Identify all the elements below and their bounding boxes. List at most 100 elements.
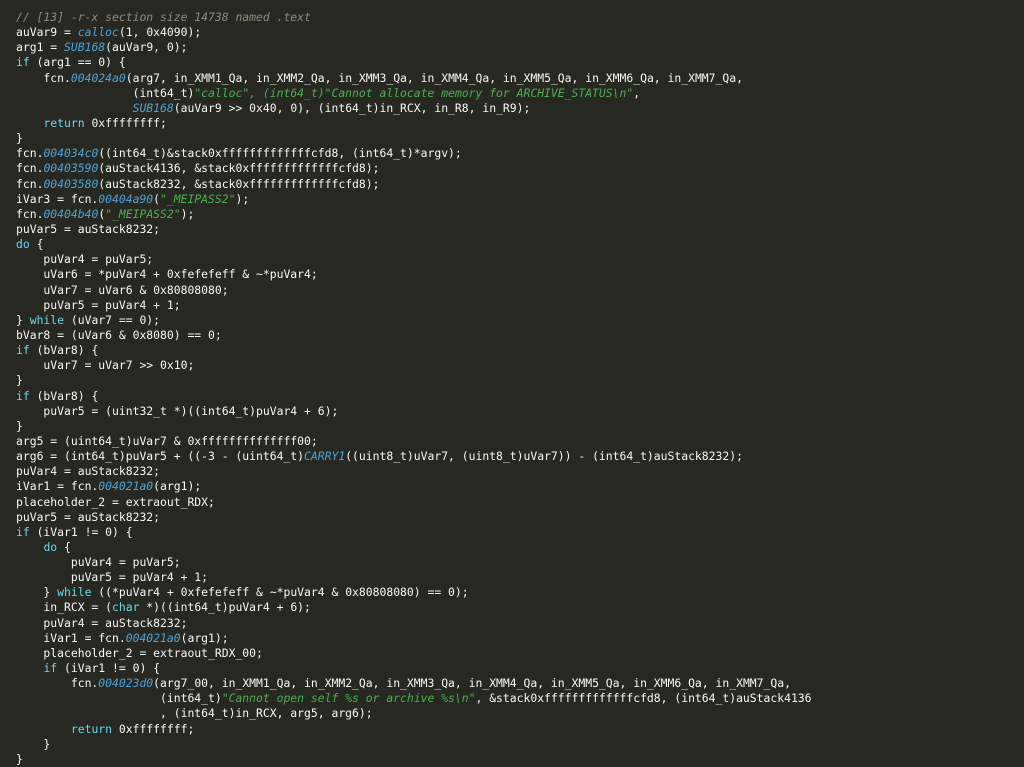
code-line: } xyxy=(16,419,1016,434)
code-text-token: } xyxy=(16,418,23,433)
code-text-token: fcn. xyxy=(16,206,44,221)
keyword-token: return xyxy=(43,115,85,130)
code-text-token: uVar6 = *puVar4 + 0xfefefeff & ~*puVar4; xyxy=(16,267,318,282)
string-literal-token: "Cannot open self %s or archive %s\n" xyxy=(221,691,476,706)
code-text-token: (int64_t) xyxy=(16,85,195,100)
code-line: return 0xffffffff; xyxy=(16,722,1016,737)
code-text-token: (auStack4136, &stack0xfffffffffffffcfd8)… xyxy=(98,161,380,176)
code-text-token: fcn. xyxy=(16,161,44,176)
code-text-token: puVar4 = puVar5; xyxy=(16,252,154,267)
code-text-token: arg1 = xyxy=(16,40,65,55)
code-line: , (int64_t)in_RCX, arg5, arg6); xyxy=(16,706,1016,721)
code-text-token: puVar5 = puVar4 + 1; xyxy=(16,297,181,312)
code-text-token: ( xyxy=(153,191,161,206)
code-text-token: arg5 = (uint64_t)uVar7 & 0xfffffffffffff… xyxy=(16,433,318,448)
function-name-token: 004034c0 xyxy=(43,146,99,161)
code-text-token: puVar5 = auStack8232; xyxy=(16,221,161,236)
code-line: puVar5 = auStack8232; xyxy=(16,510,1016,525)
code-text-token: , (int64_t)in_RCX, arg5, arg6); xyxy=(16,706,373,721)
code-text-token: ); xyxy=(180,206,195,221)
code-text-token: } xyxy=(16,312,30,327)
code-text-token: } xyxy=(16,585,58,600)
function-name-token: 00403590 xyxy=(43,161,99,176)
code-text-token: iVar1 = fcn. xyxy=(16,479,99,494)
code-text-token: } xyxy=(16,736,51,751)
code-line: fcn.00403580(auStack8232, &stack0xffffff… xyxy=(16,177,1016,192)
keyword-token: if xyxy=(16,55,30,70)
decompiled-code-view[interactable]: // [13] -r-x section size 14738 named .t… xyxy=(16,10,1016,767)
code-text-token: puVar5 = (uint32_t *)((int64_t)puVar4 + … xyxy=(16,403,339,418)
keyword-token: do xyxy=(43,539,58,554)
code-line: if (iVar1 != 0) { xyxy=(16,525,1016,540)
code-line: if (iVar1 != 0) { xyxy=(16,661,1016,676)
code-text-token: (arg1); xyxy=(153,479,202,494)
function-name-token: 004024a0 xyxy=(70,70,126,85)
code-text-token: puVar4 = puVar5; xyxy=(16,555,181,570)
code-text-token: ); xyxy=(235,191,250,206)
code-line: (int64_t)"calloc", (int64_t)"Cannot allo… xyxy=(16,86,1016,101)
code-text-token: ((int64_t)&stack0xfffffffffffffcfd8, (in… xyxy=(98,146,462,161)
code-line: // [13] -r-x section size 14738 named .t… xyxy=(16,10,1016,25)
code-text-token: (int64_t) xyxy=(16,691,222,706)
code-line: puVar4 = puVar5; xyxy=(16,252,1016,267)
code-text-token: auVar9 = xyxy=(16,25,78,40)
code-text-token: (arg7_00, in_XMM1_Qa, in_XMM2_Qa, in_XMM… xyxy=(153,676,791,691)
code-text-token: bVar8 = (uVar6 & 0x8080) == 0; xyxy=(16,327,222,342)
code-text-token: iVar3 = fcn. xyxy=(16,191,99,206)
code-text-token: ((uint8_t)uVar7, (uint8_t)uVar7)) - (int… xyxy=(345,449,743,464)
code-text-token: (auVar9 >> 0x40, 0), (int64_t)in_RCX, in… xyxy=(173,100,531,115)
code-line: bVar8 = (uVar6 & 0x8080) == 0; xyxy=(16,328,1016,343)
code-line: arg5 = (uint64_t)uVar7 & 0xfffffffffffff… xyxy=(16,434,1016,449)
keyword-token: do xyxy=(16,237,30,252)
code-line: SUB168(auVar9 >> 0x40, 0), (int64_t)in_R… xyxy=(16,101,1016,116)
code-line: if (arg1 == 0) { xyxy=(16,55,1016,70)
code-line: (int64_t)"Cannot open self %s or archive… xyxy=(16,691,1016,706)
code-line: arg6 = (int64_t)puVar5 + ((-3 - (uint64_… xyxy=(16,449,1016,464)
code-line: } xyxy=(16,737,1016,752)
code-text-token: (arg7, in_XMM1_Qa, in_XMM2_Qa, in_XMM3_Q… xyxy=(125,70,743,85)
code-text-token: fcn. xyxy=(16,70,71,85)
code-text-token: (bVar8) { xyxy=(29,388,99,403)
code-line: puVar5 = (uint32_t *)((int64_t)puVar4 + … xyxy=(16,404,1016,419)
code-line: if (bVar8) { xyxy=(16,343,1016,358)
code-text-token: placeholder_2 = extraout_RDX_00; xyxy=(16,645,263,660)
function-name-token: 004021a0 xyxy=(125,630,181,645)
keyword-token: char xyxy=(112,600,140,615)
code-text-token: (auStack8232, &stack0xfffffffffffffcfd8)… xyxy=(98,176,380,191)
string-literal-token: "calloc", (int64_t)"Cannot allocate memo… xyxy=(194,85,634,100)
code-text-token: fcn. xyxy=(16,676,99,691)
code-text-token: *)((int64_t)puVar4 + 6); xyxy=(139,600,311,615)
code-text-token: puVar4 = auStack8232; xyxy=(16,464,161,479)
code-text-token: , xyxy=(633,85,641,100)
code-line: placeholder_2 = extraout_RDX; xyxy=(16,495,1016,510)
code-line: iVar3 = fcn.00404a90("_MEIPASS2"); xyxy=(16,192,1016,207)
code-text-token: { xyxy=(29,237,44,252)
code-line: fcn.004023d0(arg7_00, in_XMM1_Qa, in_XMM… xyxy=(16,676,1016,691)
code-line: puVar5 = puVar4 + 1; xyxy=(16,298,1016,313)
function-name-token: 00404a90 xyxy=(98,191,154,206)
string-literal-token: "_MEIPASS2" xyxy=(160,191,236,206)
code-text-token: 0xffffffff; xyxy=(84,115,167,130)
code-text-token: (iVar1 != 0) { xyxy=(29,524,133,539)
code-line: } xyxy=(16,752,1016,767)
code-line: puVar5 = puVar4 + 1; xyxy=(16,570,1016,585)
code-text-token: ((*puVar4 + 0xfefefeff & ~*puVar4 & 0x80… xyxy=(91,585,469,600)
code-line: uVar7 = uVar6 & 0x80808080; xyxy=(16,283,1016,298)
function-name-token: 00404b40 xyxy=(43,206,99,221)
code-line: return 0xffffffff; xyxy=(16,116,1016,131)
code-line: puVar4 = auStack8232; xyxy=(16,616,1016,631)
function-name-token: 00403580 xyxy=(43,176,99,191)
code-text-token: (1, 0x4090); xyxy=(118,25,202,40)
code-text-token: } xyxy=(16,373,23,388)
code-text-token: placeholder_2 = extraout_RDX; xyxy=(16,494,215,509)
code-line: } while ((*puVar4 + 0xfefefeff & ~*puVar… xyxy=(16,585,1016,600)
code-line: } xyxy=(16,131,1016,146)
keyword-token: if xyxy=(16,343,30,358)
code-line: if (bVar8) { xyxy=(16,389,1016,404)
code-line: uVar6 = *puVar4 + 0xfefefeff & ~*puVar4; xyxy=(16,267,1016,282)
code-line: arg1 = SUB168(auVar9, 0); xyxy=(16,40,1016,55)
